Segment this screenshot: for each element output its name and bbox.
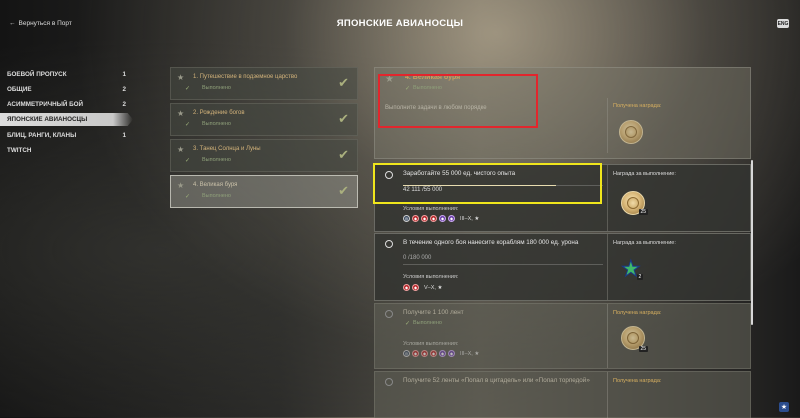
sidebar-item-asymmetric[interactable]: АСИММЕТРИЧНЫЙ БОЙ 2 xyxy=(6,98,130,111)
completed-check-icon: ✔ xyxy=(338,147,349,162)
divider xyxy=(607,234,608,300)
task-status: Выполнено xyxy=(413,320,442,326)
checkmark-icon: ✓ xyxy=(185,194,191,200)
sidebar-item-battle-pass[interactable]: БОЕВОЙ ПРОПУСК 1 xyxy=(6,68,130,81)
sidebar-item-label: АСИММЕТРИЧНЫЙ БОЙ xyxy=(7,101,84,108)
reward-quantity: 2 xyxy=(637,274,643,280)
tier-range: III–X, ★ xyxy=(460,350,480,357)
sidebar-item-count: 2 xyxy=(122,101,126,108)
star-icon: ★ xyxy=(177,145,185,154)
mission-card-selected[interactable]: ★ 4. Великая буря ✓ Выполнено ✔ xyxy=(170,175,358,208)
ship-class-icon: ◆ xyxy=(412,215,419,222)
reward-label: Получена награда: xyxy=(613,103,662,109)
mission-card[interactable]: ★ 2. Рождение богов ✓ Выполнено ✔ xyxy=(170,103,358,136)
divider xyxy=(607,165,608,231)
ship-class-icon: ◆ xyxy=(421,350,428,357)
divider xyxy=(607,304,608,368)
sidebar-item-japanese-carriers[interactable]: ЯПОНСКИЕ АВИАНОСЦЫ xyxy=(0,113,133,126)
task-row[interactable]: Получите 1 100 лент ✓ Выполнено Условия … xyxy=(374,303,751,369)
task-name: Получите 1 100 лент xyxy=(403,309,464,316)
sidebar-item-label: ОБЩИЕ xyxy=(7,86,32,93)
sidebar-item-twitch[interactable]: TWITCH xyxy=(6,144,130,157)
mission-name: 4. Великая буря xyxy=(193,182,238,188)
language-badge[interactable]: ENG xyxy=(777,19,789,28)
mission-card[interactable]: ★ 1. Путешествие в подземное царство ✓ В… xyxy=(170,67,358,100)
divider xyxy=(607,372,608,418)
conditions-icons: ◆ ◆ V–X, ★ xyxy=(403,284,442,291)
reward-quantity: 25 xyxy=(639,209,648,215)
mission-status: Выполнено xyxy=(202,193,231,199)
sidebar-item-count: 1 xyxy=(122,132,126,139)
sidebar-item-label: ЯПОНСКИЕ АВИАНОСЦЫ xyxy=(7,116,88,123)
notification-star-icon[interactable]: ★ xyxy=(779,402,789,412)
ship-class-icon: ◆ xyxy=(412,284,419,291)
task-radio[interactable] xyxy=(385,240,393,248)
task-radio[interactable] xyxy=(385,310,393,318)
conditions-icons: ◎ ◆ ◆ ◆ ◆ ◆ III–X, ★ xyxy=(403,350,479,357)
coin-reward-icon xyxy=(619,120,643,144)
star-icon: ★ xyxy=(177,73,185,82)
conditions-label: Условия выполнения: xyxy=(403,206,459,212)
mission-status: Выполнено xyxy=(202,157,231,163)
task-radio[interactable] xyxy=(385,378,393,386)
sidebar-item-label: БОЕВОЙ ПРОПУСК xyxy=(7,71,67,78)
mission-status: Выполнено xyxy=(202,85,231,91)
ship-class-icon: ◆ xyxy=(430,350,437,357)
conditions-label: Условия выполнения: xyxy=(403,341,459,347)
mission-name: 1. Путешествие в подземное царство xyxy=(193,74,298,80)
task-name: Получите 52 ленты «Попал в цитадель» или… xyxy=(403,377,590,384)
sidebar-item-count: 1 xyxy=(122,71,126,78)
ship-class-icon: ◆ xyxy=(448,215,455,222)
checkmark-icon: ✓ xyxy=(185,86,191,92)
sidebar-item-blitz-ranks-clans[interactable]: БЛИЦ, РАНГИ, КЛАНЫ 1 xyxy=(6,129,130,142)
sidebar-item-count: 2 xyxy=(122,86,126,93)
conditions-label: Условия выполнения: xyxy=(403,274,459,280)
ship-class-icon: ◆ xyxy=(439,350,446,357)
reward-label: Награда за выполнение: xyxy=(613,240,676,246)
ship-class-icon: ◎ xyxy=(403,350,410,357)
ship-class-icon: ◆ xyxy=(412,350,419,357)
sidebar-item-label: TWITCH xyxy=(7,147,32,154)
mission-status: Выполнено xyxy=(202,121,231,127)
checkmark-icon: ✓ xyxy=(185,158,191,164)
mission-card[interactable]: ★ 3. Танец Солнца и Луны ✓ Выполнено ✔ xyxy=(170,139,358,172)
reward-label: Награда за выполнение: xyxy=(613,171,676,177)
task-progress-text: 0 /180 000 xyxy=(403,255,432,261)
page-title: ЯПОНСКИЕ АВИАНОСЦЫ xyxy=(336,18,464,29)
ship-class-icon: ◆ xyxy=(430,215,437,222)
star-icon: ★ xyxy=(177,109,185,118)
ship-class-icon: ◆ xyxy=(421,215,428,222)
sidebar-item-label: БЛИЦ, РАНГИ, КЛАНЫ xyxy=(7,132,77,139)
ship-class-icon: ◆ xyxy=(439,215,446,222)
task-row[interactable]: В течение одного боя нанесите кораблям 1… xyxy=(374,233,751,301)
star-icon: ★ xyxy=(177,181,185,190)
highlight-box-red xyxy=(378,74,538,128)
reward-quantity: 25 xyxy=(639,346,648,352)
sidebar-item-general[interactable]: ОБЩИЕ 2 xyxy=(6,83,130,96)
highlight-box-yellow xyxy=(373,163,602,204)
checkmark-icon: ✓ xyxy=(405,321,411,327)
completed-check-icon: ✔ xyxy=(338,111,349,126)
mission-name: 2. Рождение богов xyxy=(193,110,245,116)
task-name: В течение одного боя нанесите кораблям 1… xyxy=(403,239,579,246)
task-progress-bar xyxy=(403,264,603,265)
divider xyxy=(607,98,608,153)
ship-class-icon: ◎ xyxy=(403,215,410,222)
completed-check-icon: ✔ xyxy=(338,183,349,198)
task-row[interactable]: Получите 52 ленты «Попал в цитадель» или… xyxy=(374,371,751,418)
ship-class-icon: ◆ xyxy=(448,350,455,357)
reward-label: Получена награда: xyxy=(613,310,662,316)
ship-class-icon: ◆ xyxy=(403,284,410,291)
completed-check-icon: ✔ xyxy=(338,75,349,90)
conditions-icons: ◎ ◆ ◆ ◆ ◆ ◆ III–X, ★ xyxy=(403,215,479,222)
tier-range: V–X, ★ xyxy=(424,284,443,291)
reward-label: Получена награда: xyxy=(613,378,662,384)
mission-name: 3. Танец Солнца и Луны xyxy=(193,146,261,152)
scrollbar[interactable] xyxy=(751,160,753,325)
checkmark-icon: ✓ xyxy=(185,122,191,128)
tier-range: III–X, ★ xyxy=(460,215,480,222)
